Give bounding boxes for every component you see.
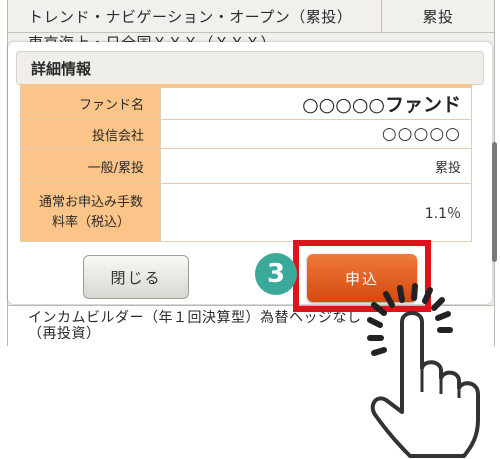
scrollbar[interactable]: [492, 142, 497, 262]
fund-list-row[interactable]: トレンド・ナビゲーション・オープン（累投） 累投: [8, 0, 494, 33]
type-label: 一般/累投: [20, 148, 161, 184]
fee-label: 通常お申込み手数 料率（税込）: [20, 183, 161, 242]
dialog-title: 詳細情報: [16, 51, 484, 85]
company-value: ○○○○○: [160, 119, 472, 149]
detail-table: ファンド名 ○○○○○ファンド 投信会社 ○○○○○ 一般/累投 累投 通常お申…: [20, 87, 472, 242]
close-button[interactable]: 閉じる: [83, 255, 189, 299]
fund-name: トレンド・ナビゲーション・オープン（累投）: [28, 7, 353, 26]
fee-value: 1.1％: [160, 183, 472, 242]
table-row: 投信会社 ○○○○○: [20, 119, 472, 149]
type-value: 累投: [160, 148, 472, 184]
table-row: 通常お申込み手数 料率（税込） 1.1％: [20, 183, 472, 242]
hand-tap-icon: [367, 283, 480, 458]
table-row: 一般/累投 累投: [20, 148, 472, 184]
step-number-badge: 3: [255, 253, 297, 295]
company-label: 投信会社: [20, 119, 161, 149]
fund-name-label: ファンド名: [20, 87, 161, 120]
fund-name-value: ○○○○○ファンド: [160, 87, 472, 120]
table-row: ファンド名 ○○○○○ファンド: [20, 87, 472, 120]
fund-type: 累投: [381, 0, 494, 32]
